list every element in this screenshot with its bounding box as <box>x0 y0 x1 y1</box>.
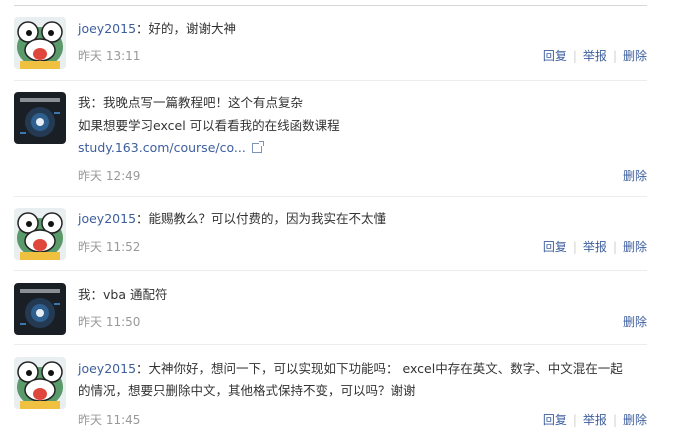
avatar[interactable] <box>14 92 66 144</box>
avatar[interactable] <box>14 283 66 335</box>
comment-text: 我：我晚点写一篇教程吧！这个有点复杂 <box>78 95 304 110</box>
comment-body: 大神你好，想问一下，可以实现如下功能吗： excel中存在英文、数字、中文混在一… <box>148 361 623 376</box>
comment-actions: 删除 <box>623 313 647 330</box>
comment-text: 我：vba 通配符 <box>78 287 168 302</box>
username-label: 我 <box>78 95 91 110</box>
comment-text: joey2015：好的，谢谢大神 <box>78 21 237 36</box>
course-link-line: study.163.com/course/co... <box>78 139 264 157</box>
external-link-icon[interactable] <box>251 141 264 153</box>
comment-body-line: 如果想要学习excel 可以看看我的在线函数课程 <box>78 118 340 133</box>
divider <box>14 196 647 197</box>
delete-button[interactable]: 删除 <box>623 413 647 427</box>
divider <box>14 80 647 81</box>
comment-actions: 回复 | 举报 | 删除 <box>542 240 647 254</box>
username-link[interactable]: joey2015 <box>78 361 136 376</box>
report-button[interactable]: 举报 <box>583 49 607 63</box>
reply-button[interactable]: 回复 <box>543 240 567 254</box>
comment-body: 我晚点写一篇教程吧！这个有点复杂 <box>103 95 304 110</box>
username-link[interactable]: joey2015 <box>78 21 136 36</box>
timestamp: 昨天 12:49 <box>78 169 141 183</box>
comment-actions: 回复 | 举报 | 删除 <box>542 49 647 63</box>
comment-body: vba 通配符 <box>103 287 168 302</box>
reply-button[interactable]: 回复 <box>543 413 567 427</box>
timestamp: 昨天 11:50 <box>78 315 141 329</box>
avatar[interactable] <box>14 17 66 69</box>
dark-chart-avatar-icon <box>14 92 66 144</box>
course-link[interactable]: study.163.com/course/co... <box>78 140 246 155</box>
delete-button[interactable]: 删除 <box>623 169 647 183</box>
comment-body: 好的，谢谢大神 <box>148 21 237 36</box>
frog-avatar-icon <box>14 357 66 409</box>
avatar[interactable] <box>14 208 66 260</box>
username-link[interactable]: joey2015 <box>78 211 136 226</box>
delete-button[interactable]: 删除 <box>623 49 647 63</box>
comment-text: joey2015：能赐教么？可以付费的，因为我实在不太懂 <box>78 211 387 226</box>
frog-avatar-icon <box>14 17 66 69</box>
comment-text: joey2015：大神你好，想问一下，可以实现如下功能吗： excel中存在英文… <box>78 361 623 376</box>
timestamp: 昨天 11:45 <box>78 413 141 427</box>
comment-actions: 回复 | 举报 | 删除 <box>542 413 647 427</box>
timestamp: 昨天 13:11 <box>78 49 141 63</box>
divider <box>14 344 647 345</box>
comment-body-line: 的情况，想要只删除中文，其他格式保持不变，可以吗？谢谢 <box>78 383 416 398</box>
delete-button[interactable]: 删除 <box>623 240 647 254</box>
top-divider <box>14 5 647 6</box>
report-button[interactable]: 举报 <box>583 240 607 254</box>
divider <box>14 270 647 271</box>
dark-chart-avatar-icon <box>14 283 66 335</box>
reply-button[interactable]: 回复 <box>543 49 567 63</box>
timestamp: 昨天 11:52 <box>78 240 141 254</box>
avatar[interactable] <box>14 357 66 409</box>
delete-button[interactable]: 删除 <box>623 315 647 329</box>
comment-actions: 删除 <box>623 167 647 184</box>
report-button[interactable]: 举报 <box>583 413 607 427</box>
frog-avatar-icon <box>14 208 66 260</box>
comment-body: 能赐教么？可以付费的，因为我实在不太懂 <box>148 211 387 226</box>
username-label: 我 <box>78 287 91 302</box>
